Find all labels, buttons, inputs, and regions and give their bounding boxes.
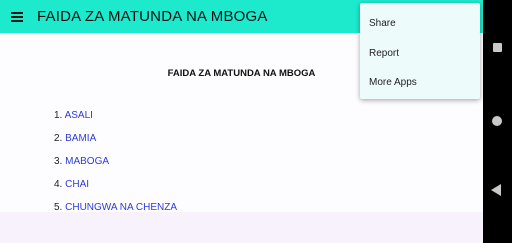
list-item-number: 1. [54,110,63,121]
overflow-menu: Share Report More Apps [360,3,480,99]
menu-item-report[interactable]: Report [369,48,399,59]
hamburger-menu-icon[interactable] [11,12,23,22]
list-item[interactable]: 4. CHAI [54,179,177,202]
list-item-link[interactable]: CHAI [65,179,89,190]
home-circle-icon[interactable] [492,116,502,126]
list-item-number: 4. [54,179,63,190]
list-item-link[interactable]: BAMIA [65,133,96,144]
list-item-number: 2. [54,133,63,144]
list-item[interactable]: 3. MABOGA [54,156,177,179]
list-item[interactable]: 1. ASALI [54,110,177,133]
app-screen: FAIDA ZA MATUNDA NA MBOGA FAIDA ZA MATUN… [0,0,483,243]
menu-item-more-apps[interactable]: More Apps [369,77,417,88]
app-title: FAIDA ZA MATUNDA NA MBOGA [37,8,268,25]
bottom-strip [0,212,483,243]
recents-square-icon[interactable] [493,43,502,52]
list-item-link[interactable]: ASALI [65,110,93,121]
topic-list: 1. ASALI 2. BAMIA 3. MABOGA 4. CHAI 5. C… [54,110,177,225]
list-item-number: 3. [54,156,63,167]
list-item-link[interactable]: MABOGA [65,156,109,167]
menu-item-share[interactable]: Share [369,18,396,29]
list-item[interactable]: 2. BAMIA [54,133,177,156]
back-triangle-icon[interactable] [491,184,501,196]
